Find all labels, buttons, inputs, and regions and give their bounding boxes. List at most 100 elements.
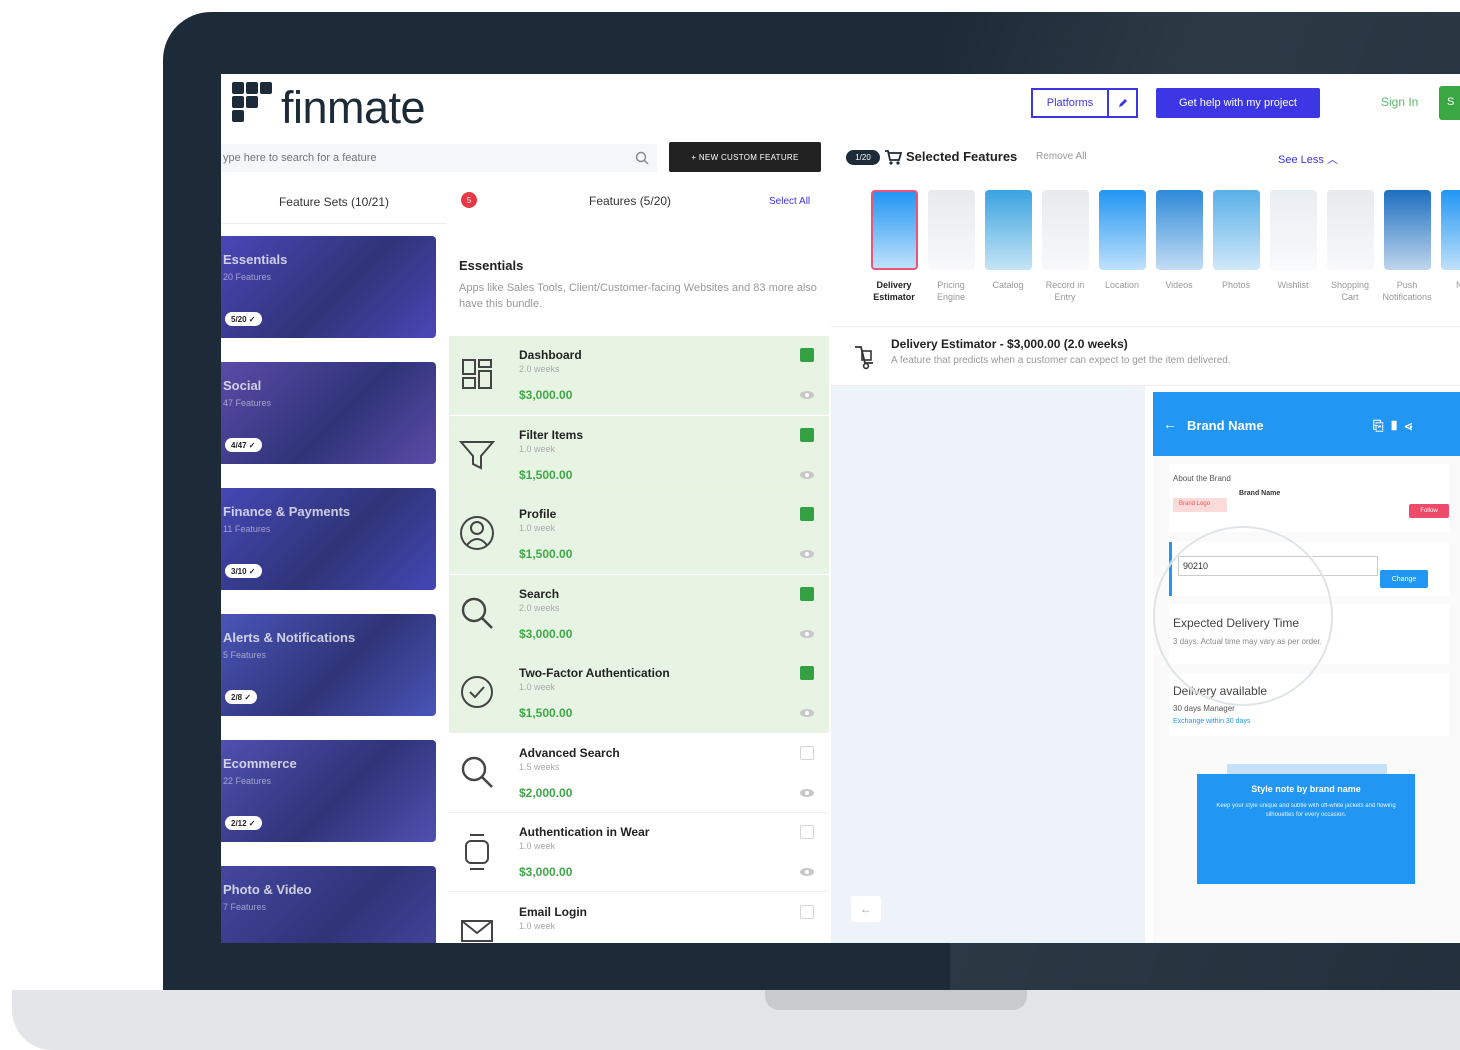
feature-set-card[interactable]: Photo & Video 7 Features (221, 866, 436, 943)
feature-set-count: 11 Features (223, 524, 271, 534)
app-header: finmate Platforms Get help with my proje… (221, 74, 1460, 140)
eye-icon[interactable] (799, 788, 815, 798)
previous-arrow-icon[interactable]: ← (851, 896, 881, 922)
feature-thumbnail[interactable] (871, 190, 918, 270)
eye-icon[interactable] (799, 470, 815, 480)
feature-set-count: 5 Features (223, 650, 267, 660)
thumbnail-label: Record in Entry (1045, 280, 1085, 302)
feature-checkbox[interactable] (800, 745, 814, 760)
feature-thumbnail[interactable] (1441, 190, 1460, 270)
edit-platforms-button[interactable] (1107, 88, 1138, 118)
chevron-up-icon: ︿ (1326, 154, 1338, 166)
selected-features-title: Selected Features (906, 149, 1018, 164)
eye-icon[interactable] (799, 708, 815, 718)
feature-set-count: 22 Features (223, 776, 272, 786)
new-custom-feature-button[interactable]: + NEW CUSTOM FEATURE (669, 142, 821, 172)
feature-set-badge: 5/20 ✓ (225, 312, 262, 326)
thumbnail-label: Pricing Engine (936, 280, 966, 302)
feature-price: $1,500.00 (519, 706, 573, 720)
select-all-link[interactable]: Select All (769, 196, 810, 207)
feature-thumbnail[interactable] (1156, 190, 1203, 270)
feature-row[interactable]: Profile 1.0 week $1,500.00 (449, 495, 829, 574)
feature-set-card[interactable]: Essentials 20 Features 5/20 ✓ (221, 236, 436, 338)
get-help-button[interactable]: Get help with my project (1156, 88, 1320, 118)
feature-thumbnail[interactable] (1270, 190, 1317, 270)
feature-row[interactable]: Advanced Search 1.5 weeks $2,000.00 (449, 734, 829, 813)
feature-duration: 1.0 week (519, 841, 556, 851)
feature-name: Authentication in Wear (519, 825, 650, 839)
feature-row[interactable]: Dashboard 2.0 weeks $3,000.00 (449, 336, 829, 415)
laptop-base (12, 990, 1460, 1050)
feature-checkbox[interactable] (800, 348, 814, 362)
thumbnail-label: Noti (1455, 280, 1460, 290)
feature-checkbox[interactable] (800, 904, 814, 919)
feature-price: $3,000.00 (519, 865, 573, 879)
feature-price: $2,000.00 (519, 785, 573, 800)
back-arrow-icon: ← (1163, 416, 1177, 432)
feature-thumbnail[interactable] (1384, 190, 1431, 270)
platforms-button[interactable]: Platforms (1031, 88, 1109, 118)
search-row: + NEW CUSTOM FEATURE (221, 140, 831, 180)
about-brand-label: About the Brand (1173, 474, 1231, 483)
eye-icon[interactable] (799, 867, 815, 877)
eye-icon[interactable] (799, 390, 815, 400)
feature-duration: 1.0 week (519, 920, 556, 931)
see-less-toggle[interactable]: See Less ︿ (1278, 151, 1338, 167)
feature-search-input[interactable] (221, 144, 657, 172)
feature-thumbnail[interactable] (1213, 190, 1260, 270)
follow-button: Follow (1409, 504, 1449, 518)
search-icon[interactable] (635, 151, 649, 165)
brand-card: About the Brand Brand Name Brand Logo Fo… (1169, 464, 1449, 532)
feature-set-card[interactable]: Alerts & Notifications 5 Features 2/8 ✓ (221, 614, 436, 716)
feature-set-card[interactable]: Ecommerce 22 Features 2/12 ✓ (221, 740, 436, 842)
bundle-info: Essentials Apps like Sales Tools, Client… (449, 224, 829, 336)
feature-row[interactable]: Email Login 1.0 week (449, 893, 829, 944)
tip-body: Keep your style unique and subtle with o… (1216, 803, 1396, 818)
feature-row[interactable]: Two-Factor Authentication 1.0 week $1,500.… (449, 654, 829, 733)
notification-badge[interactable]: 5 (461, 192, 477, 208)
bundle-title: Essentials (459, 258, 524, 273)
eye-icon[interactable] (799, 629, 815, 639)
sign-up-button[interactable]: S (1439, 86, 1460, 120)
eye-icon[interactable] (799, 549, 815, 559)
feature-set-card[interactable]: Social 47 Features 4/47 ✓ (221, 362, 436, 464)
feature-set-title: Alerts & Notifications (223, 630, 356, 645)
feature-thumbnail[interactable] (928, 190, 975, 270)
feature-detail: Delivery Estimator - $3,000.00 (2.0 week… (831, 326, 1460, 386)
feature-set-count: 20 Features (223, 272, 272, 282)
feature-checkbox[interactable] (800, 825, 814, 839)
watch-icon (465, 834, 489, 870)
feature-row[interactable]: Search 2.0 weeks $3,000.00 (449, 574, 829, 654)
delivery-icon (855, 346, 873, 370)
filter-icon (458, 440, 496, 470)
feature-detail-description: A feature that predicts when a customer … (891, 355, 1231, 366)
logo-text[interactable]: finmate (281, 82, 426, 134)
thumbnail-label: Catalog (992, 280, 1024, 290)
feature-checkbox[interactable] (800, 507, 814, 521)
feature-thumbnail[interactable] (985, 190, 1032, 270)
feature-price: $1,500.00 (519, 547, 573, 561)
feature-thumbnail[interactable] (1099, 190, 1146, 270)
feature-checkbox[interactable] (800, 586, 814, 601)
profile-icon (460, 516, 494, 550)
feature-thumbnail[interactable] (1327, 190, 1374, 270)
feature-price: $1,500.00 (519, 467, 573, 482)
feature-set-title: Ecommerce (223, 756, 297, 771)
remove-all-link[interactable]: Remove All (1036, 151, 1087, 162)
feature-row[interactable]: Filter Items 1.0 week $1,500.00 (449, 415, 829, 495)
feature-set-badge: 2/8 ✓ (225, 690, 258, 704)
thumbnail-label: Photos (1221, 280, 1251, 290)
feature-row[interactable]: Authentication in Wear 1.0 week $3,000.00 (449, 813, 829, 892)
bundle-description: Apps like Sales Tools, Client/Customer-f… (459, 282, 817, 310)
feature-set-title: Essentials (223, 252, 288, 267)
feature-checkbox[interactable] (800, 427, 814, 442)
feature-set-card[interactable]: Finance & Payments 11 Features 3/10 ✓ (221, 488, 436, 590)
feature-set-badge: 4/47 ✓ (225, 438, 262, 452)
feature-name: Dashboard (519, 348, 582, 362)
selected-thumbnails: Delivery Estimator Pricing Engine Catalog R… (871, 190, 1460, 310)
sign-in-link[interactable]: Sign In (1381, 95, 1418, 109)
feature-set-count: 7 Features (223, 902, 267, 912)
feature-thumbnail[interactable] (1042, 190, 1089, 270)
tip-box: Style note by brand name Keep your style… (1197, 774, 1415, 884)
feature-checkbox[interactable] (800, 666, 814, 680)
